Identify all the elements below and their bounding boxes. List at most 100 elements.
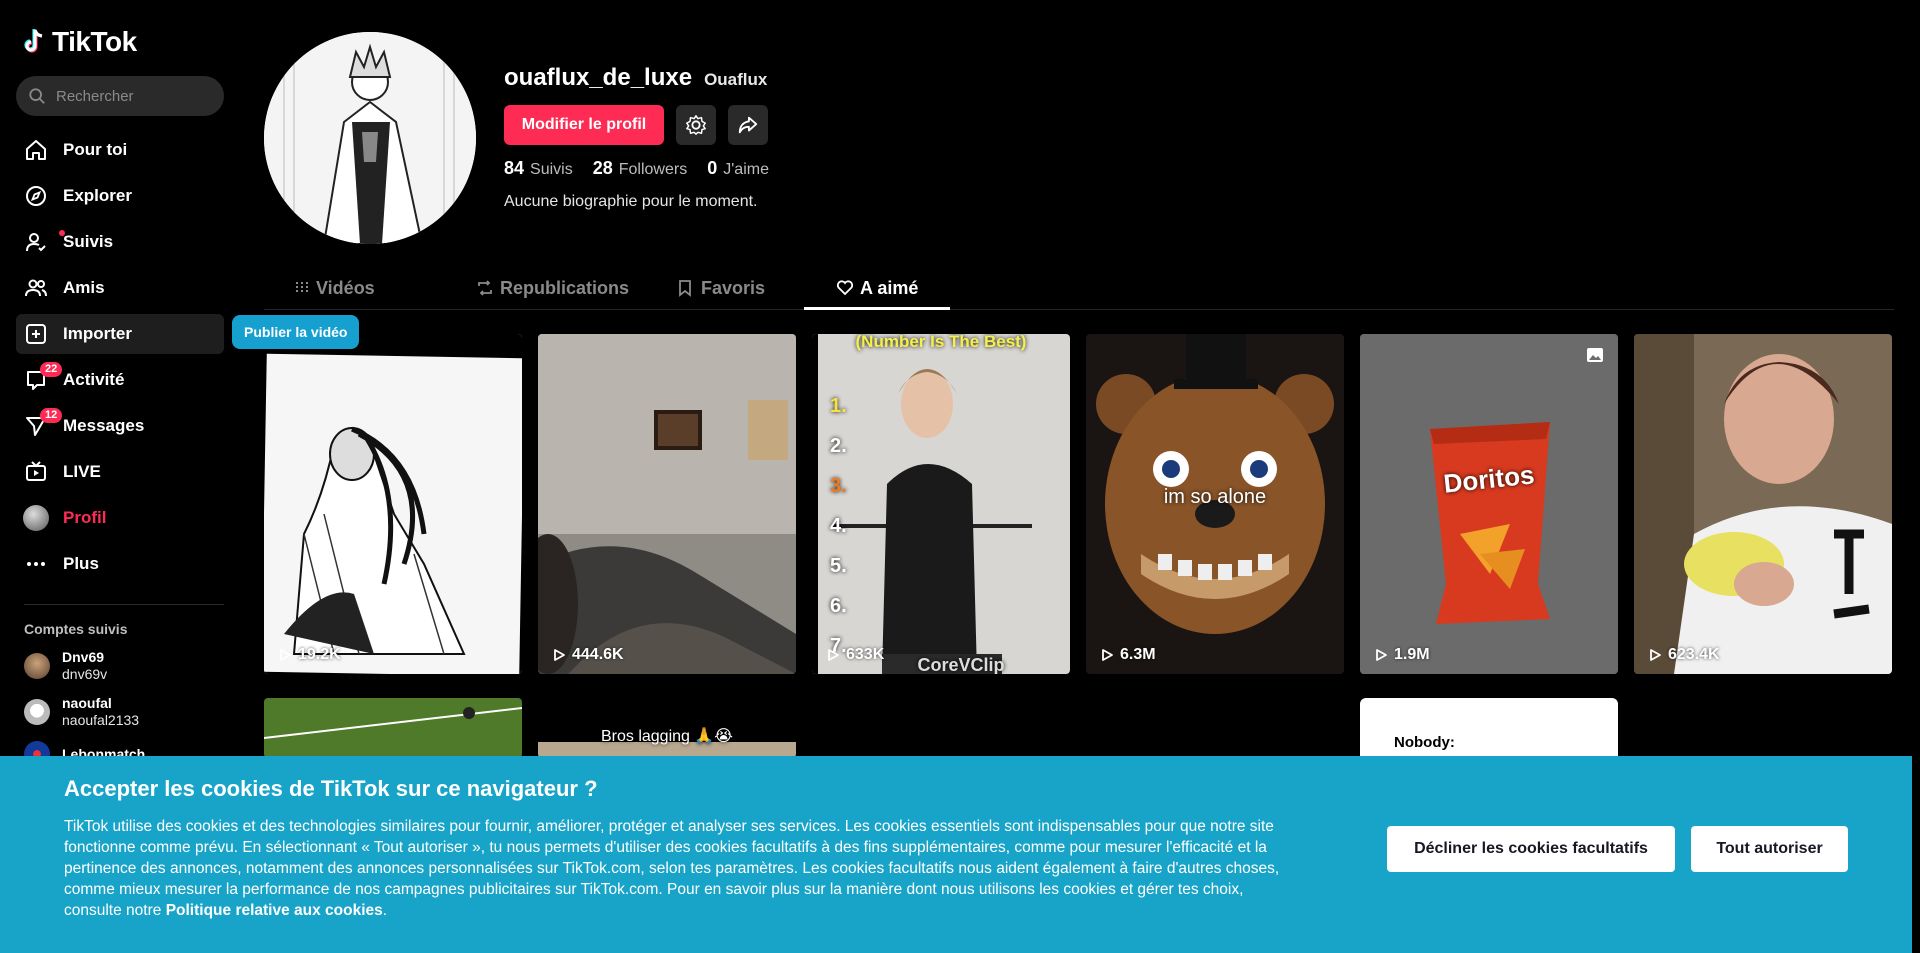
nav-label: Profil	[63, 508, 107, 527]
following-count: 84	[504, 158, 525, 178]
likes-label: J'aime	[723, 161, 769, 178]
view-count-text: 623.4K	[1668, 646, 1720, 663]
account-handle: dnv69v	[62, 666, 108, 682]
nav-label: LIVE	[63, 462, 101, 481]
view-count: 1.9M	[1374, 646, 1430, 664]
video-card[interactable]: 623.4K	[1634, 334, 1892, 674]
video-card[interactable]: (Number Is The Best) 1. 2. 3. 4. 5. 6. 7…	[812, 334, 1070, 674]
list-number: 3.	[830, 475, 847, 497]
view-count-text: 444.6K	[572, 646, 624, 663]
notification-dot	[59, 230, 65, 236]
app-name: TikTok	[52, 26, 137, 57]
share-arrow-icon	[738, 116, 758, 134]
nav-item-pour-toi[interactable]: Pour toi	[16, 130, 224, 170]
view-count-text: 6.3M	[1120, 646, 1156, 663]
video-caption: Nobody:	[1394, 734, 1455, 751]
compass-icon	[23, 183, 49, 209]
account-name: Dnv69	[62, 649, 105, 665]
play-icon	[1102, 649, 1113, 661]
video-thumbnail	[264, 334, 522, 674]
nav-item-profil[interactable]: Profil	[16, 498, 224, 538]
edit-profile-button[interactable]: Modifier le profil	[504, 105, 664, 145]
followers-count: 28	[592, 158, 613, 178]
settings-button[interactable]	[676, 105, 716, 145]
profile-header: ouaflux_de_luxe Ouaflux	[504, 64, 767, 92]
list-number: 5.	[830, 555, 847, 577]
list-number: 2.	[830, 435, 847, 457]
tab-label: Republications	[500, 277, 630, 298]
play-icon	[1376, 649, 1387, 661]
view-count-text: 1.9M	[1394, 646, 1430, 663]
gear-icon	[686, 115, 706, 135]
tiktok-logo-icon	[24, 29, 43, 53]
video-caption: im so alone	[1163, 486, 1267, 508]
tab-favoris[interactable]: Favoris	[677, 266, 765, 310]
decline-cookies-button[interactable]: Décliner les cookies facultatifs	[1387, 826, 1675, 872]
nickname: Ouaflux	[704, 70, 768, 89]
profile-avatar-icon	[23, 505, 49, 531]
account-handle: naoufal2133	[62, 712, 140, 728]
play-icon	[280, 649, 291, 661]
nav-label: Pour toi	[63, 140, 128, 159]
play-icon	[554, 649, 565, 661]
followers-stat[interactable]: 28 Followers	[593, 158, 688, 179]
sidebar-divider	[24, 604, 224, 605]
friends-icon	[23, 275, 49, 301]
tiktok-logo[interactable]: TikTok	[22, 24, 216, 60]
nav-item-explorer[interactable]: Explorer	[16, 176, 224, 216]
bookmark-icon	[679, 280, 691, 297]
nav-item-suivis[interactable]: Suivis	[16, 222, 224, 262]
nav-item-plus[interactable]: Plus	[16, 544, 224, 584]
grid-icon	[296, 282, 308, 294]
profile-avatar[interactable]	[264, 32, 476, 244]
video-card[interactable]: im so alone 6.3M	[1086, 334, 1344, 674]
video-thumbnail	[1634, 334, 1892, 674]
nav-item-live[interactable]: LIVE	[16, 452, 224, 492]
play-icon	[1650, 649, 1661, 661]
list-number: 6.	[830, 595, 847, 617]
followers-label: Followers	[618, 161, 688, 178]
following-label: Suivis	[530, 161, 573, 178]
video-card[interactable]: Bros lagging 🙏😭	[538, 698, 796, 758]
nav-item-activite[interactable]: 22 Activité	[16, 360, 224, 400]
profile-bio: Aucune biographie pour le moment.	[504, 193, 758, 210]
profile-stats: 84 Suivis 28 Followers 0 J'aime	[504, 158, 769, 179]
view-count: 19.2K	[278, 646, 341, 664]
tab-republications[interactable]: Republications	[476, 266, 629, 310]
home-icon	[23, 137, 49, 163]
main-nav: Pour toi Explorer Suivis Amis Importer 2…	[16, 130, 224, 584]
followed-account[interactable]: naoufal naoufal2133	[24, 695, 216, 729]
messages-badge: 12	[40, 408, 63, 423]
cookie-body-end: .	[382, 902, 388, 919]
nav-label: Messages	[63, 416, 145, 435]
cookie-policy-link[interactable]: Politique relative aux cookies	[166, 902, 383, 919]
nav-label: Amis	[63, 278, 105, 297]
share-profile-button[interactable]	[728, 105, 768, 145]
view-count-text: 633K	[846, 646, 885, 663]
nav-item-importer[interactable]: Importer	[16, 314, 224, 354]
list-number: 1.	[830, 395, 847, 417]
numbered-list: 1. 2. 3. 4. 5. 6. 7.	[830, 386, 847, 666]
video-card[interactable]: 19.2K	[264, 334, 522, 674]
video-card[interactable]: 444.6K	[538, 334, 796, 674]
username: ouaflux_de_luxe	[504, 64, 693, 91]
likes-stat: 0 J'aime	[707, 158, 769, 179]
search-input[interactable]: Rechercher	[16, 76, 224, 116]
following-stat[interactable]: 84 Suivis	[504, 158, 573, 179]
list-number: 4.	[830, 515, 847, 537]
account-name: naoufal	[62, 695, 112, 711]
video-card[interactable]	[264, 698, 522, 758]
video-card[interactable]: Doritos 1.9M	[1360, 334, 1618, 674]
view-count: 444.6K	[552, 646, 624, 664]
accept-all-cookies-button[interactable]: Tout autoriser	[1691, 826, 1848, 872]
video-card[interactable]: Nobody:	[1360, 698, 1618, 758]
nav-item-messages[interactable]: 12 Messages	[16, 406, 224, 446]
view-count: 6.3M	[1100, 646, 1156, 664]
view-count: 623.4K	[1648, 646, 1720, 664]
tab-label: Vidéos	[316, 277, 375, 298]
video-caption: Bros lagging 🙏😭	[600, 728, 733, 745]
followed-account[interactable]: Dnv69 dnv69v	[24, 649, 216, 683]
tab-videos[interactable]: Vidéos	[294, 266, 375, 310]
nav-item-amis[interactable]: Amis	[16, 268, 224, 308]
tab-a-aime[interactable]: A aimé	[836, 266, 918, 310]
